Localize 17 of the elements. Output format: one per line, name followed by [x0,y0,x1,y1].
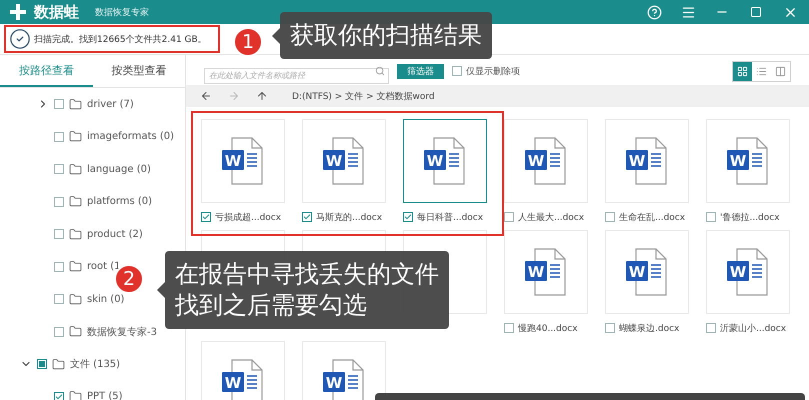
file-name: 亏损成超...docx [215,212,282,224]
file-name: 蝴蝶泉边.docx [619,322,680,334]
annotation-text: 获取你的扫描结果 [290,20,482,51]
file-name: 人生最大...docx [518,212,584,224]
file-name: '鲁德拉...docx [720,212,780,224]
folder-path: D:(NTFS) > 文件 > 文档数据word [292,90,435,102]
scan-status-text: 扫描完成。找到12665个文件共2.41 GB。 [34,34,207,46]
file-name: 慢跑40...docx [518,322,578,334]
app-subtitle: 数据恢复专家 [95,6,149,18]
file-name: 生命在乱...docx [619,212,686,224]
file-name: 每日科普...docx [417,211,484,224]
step-number: 1 [233,27,263,57]
app-logo-text: 数据蛙 [34,2,79,22]
file-name: 马斯克的...docx [316,212,382,224]
file-name: 沂蒙山小...docx [720,322,786,334]
annotation-text: 找到之后需要勾选 [175,290,368,322]
annotation-text: 在报告中寻找丢失的文件 [175,259,439,290]
